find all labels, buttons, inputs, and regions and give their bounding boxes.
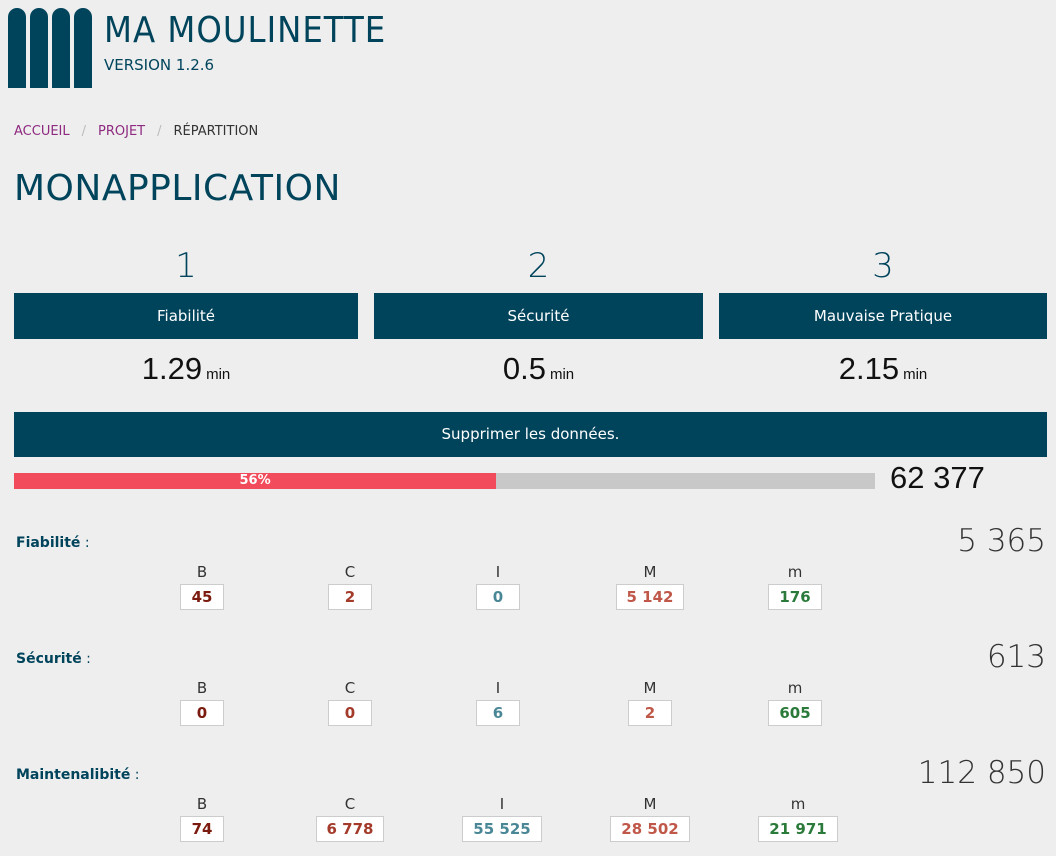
app-version: VERSION 1.2.6 (104, 56, 215, 74)
mm-logo-icon[interactable] (8, 8, 92, 88)
metric-value: 21 971 (758, 816, 838, 842)
page-title: MONAPPLICATION (14, 168, 341, 209)
card-securite: 2 Sécurité 0.5 min (374, 246, 703, 387)
metric-m-major: M 28 502 (580, 795, 720, 842)
metric-c: C0 (280, 679, 420, 726)
metric-value: 5 142 (615, 584, 685, 610)
card-time-value: 2.15 (838, 351, 900, 386)
metric-value: 176 (768, 584, 822, 610)
card-time-value: 0.5 (502, 351, 546, 386)
card-time: 1.29 min (14, 351, 358, 387)
metric-i: I6 (428, 679, 568, 726)
metric-m-minor: m 176 (725, 563, 865, 610)
fiabilite-button[interactable]: Fiabilité (14, 293, 358, 339)
breadcrumb: ACCUEIL / PROJET / RÉPARTITION (14, 124, 258, 139)
breadcrumb-separator: / (157, 124, 162, 139)
metric-value: 28 502 (610, 816, 690, 842)
metric-b: B 45 (132, 563, 272, 610)
metric-i: I 55 525 (432, 795, 572, 842)
section-fiabilite: Fiabilité : 5 365 B 45 C2 I0 M5 142 m 176 (0, 523, 1056, 645)
metric-i: I0 (428, 563, 568, 610)
breadcrumb-repartition: RÉPARTITION (173, 124, 259, 139)
metric-value: 74 (180, 816, 224, 842)
card-time: 2.15 min (719, 351, 1047, 387)
metric-value: 605 (768, 700, 822, 726)
total-count: 62 377 (890, 460, 985, 495)
card-time-unit: min (549, 366, 575, 383)
metric-value: 6 (476, 700, 520, 726)
metric-value: 2 (628, 700, 672, 726)
metric-b: B0 (132, 679, 272, 726)
metric-m-minor: m 21 971 (728, 795, 868, 842)
metric-value: 2 (328, 584, 372, 610)
card-time: 0.5 min (374, 351, 703, 387)
metric-value: 0 (476, 584, 520, 610)
card-time-unit: min (903, 366, 928, 383)
securite-button[interactable]: Sécurité (374, 293, 703, 339)
card-time-value: 1.29 (141, 351, 203, 386)
metric-m-major: M5 142 (580, 563, 720, 610)
section-label: Maintenalibité : (16, 767, 140, 783)
card-number: 3 (872, 246, 894, 286)
section-label: Fiabilité : (16, 535, 90, 551)
mauvaise-pratique-button[interactable]: Mauvaise Pratique (719, 293, 1047, 339)
metric-m-minor: m 605 (725, 679, 865, 726)
card-fiabilite: 1 Fiabilité 1.29 min (14, 246, 358, 387)
progress-bar: 56% (14, 473, 875, 489)
section-total: 613 (986, 639, 1046, 675)
section-label: Sécurité : (16, 651, 91, 667)
delete-data-button[interactable]: Supprimer les données. (14, 412, 1047, 457)
card-number: 2 (527, 246, 550, 286)
section-total: 5 365 (957, 523, 1046, 559)
metric-c: C2 (280, 563, 420, 610)
section-total: 112 850 (917, 755, 1046, 791)
breadcrumb-separator: / (81, 124, 87, 139)
breadcrumb-accueil[interactable]: ACCUEIL (14, 124, 70, 139)
metric-value: 55 525 (462, 816, 542, 842)
section-securite: Sécurité : 613 B0 C0 I6 M2 m 605 (0, 639, 1056, 761)
card-time-unit: min (206, 366, 231, 383)
card-number: 1 (175, 246, 197, 286)
metric-value: 45 (180, 584, 224, 610)
progress-fill: 56% (14, 473, 497, 489)
metric-b: B 74 (132, 795, 272, 842)
metric-value: 0 (328, 700, 372, 726)
metric-value: 0 (180, 700, 224, 726)
section-maintenabilite: Maintenalibité : 112 850 B 74 C6 778 I 55 … (0, 755, 1056, 856)
metric-m-major: M2 (580, 679, 720, 726)
card-mauvaise-pratique: 3 Mauvaise Pratique 2.15 min (719, 246, 1047, 387)
breadcrumb-projet[interactable]: PROJET (98, 124, 145, 139)
metric-value: 6 778 (315, 816, 385, 842)
app-title: MA MOULINETTE (104, 10, 387, 51)
metric-c: C6 778 (280, 795, 420, 842)
